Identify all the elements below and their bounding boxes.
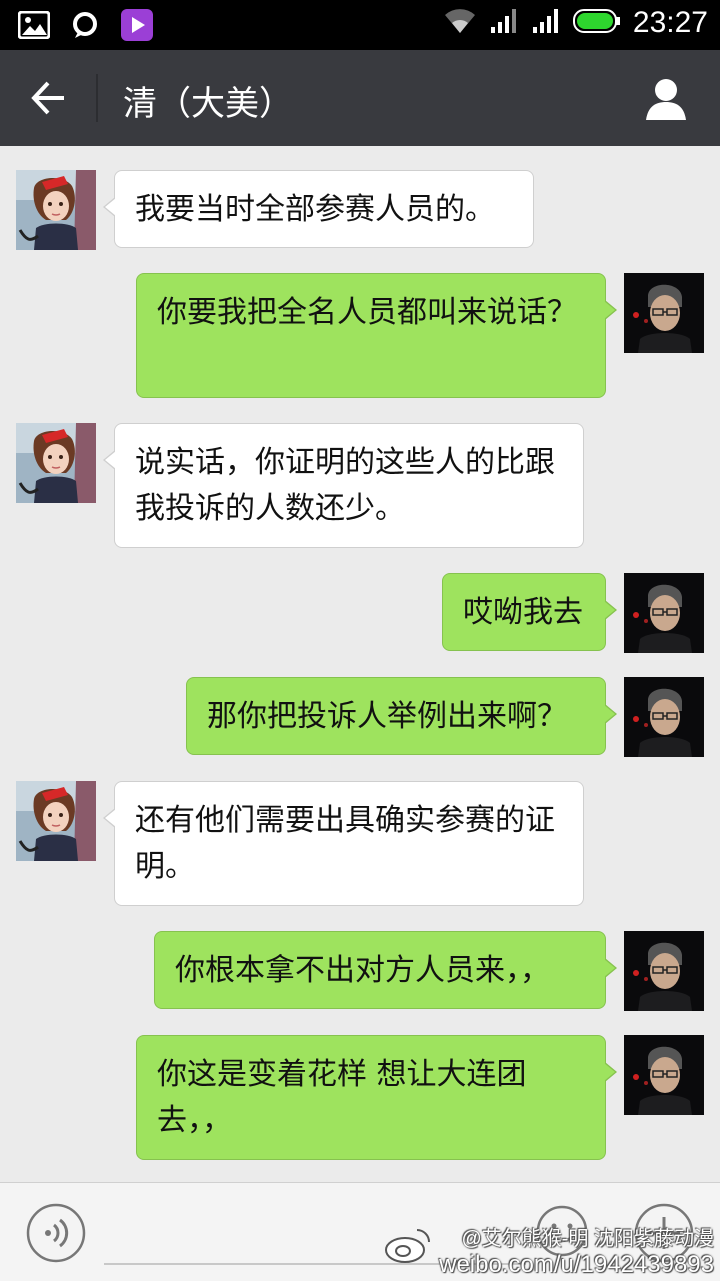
avatar[interactable] xyxy=(16,170,96,250)
arrow-left-icon xyxy=(31,81,64,115)
message-bubble[interactable]: 我要当时全部参赛人员的。 xyxy=(103,170,534,248)
avatar[interactable] xyxy=(624,677,704,757)
avatar[interactable] xyxy=(624,1035,704,1115)
wifi-icon xyxy=(443,7,477,39)
signal-icon xyxy=(489,7,519,39)
profile-button[interactable] xyxy=(644,76,688,122)
gallery-icon xyxy=(17,10,51,43)
watermark-author: @艾尔熊猴-明 沈阳紫藤动漫 xyxy=(461,1228,714,1250)
header-divider xyxy=(96,74,98,122)
weibo-logo-icon xyxy=(383,1224,433,1269)
voice-icon xyxy=(26,1203,86,1263)
watermark-url: weibo.com/u/1942439893 xyxy=(439,1251,714,1278)
chat-bubble-icon xyxy=(70,10,100,44)
message-bubble[interactable]: 说实话，你证明的这些人的比跟我投诉的人数还少。 xyxy=(103,423,584,548)
message-bubble[interactable]: 还有他们需要出具确实参赛的证明。 xyxy=(103,781,584,906)
battery-icon xyxy=(572,8,621,38)
message-bubble[interactable]: 哎呦我去 xyxy=(442,573,617,651)
message-bubble[interactable]: 你要我把全名人员都叫来说话？ xyxy=(136,273,617,398)
status-bar: 23:27 xyxy=(0,0,720,50)
avatar[interactable] xyxy=(624,273,704,353)
signal-icon xyxy=(531,7,561,39)
chat-header: 清（大美） xyxy=(0,50,720,146)
video-player-icon xyxy=(120,8,154,46)
person-icon xyxy=(646,79,686,120)
avatar[interactable] xyxy=(16,781,96,861)
voice-button[interactable] xyxy=(26,1203,86,1263)
chat-title: 清（大美） xyxy=(123,84,293,124)
avatar[interactable] xyxy=(624,931,704,1011)
avatar[interactable] xyxy=(624,573,704,653)
message-bubble[interactable]: 那你把投诉人举例出来啊？ xyxy=(186,677,617,755)
watermark: @艾尔熊猴-明 沈阳紫藤动漫 weibo.com/u/1942439893 xyxy=(385,1222,714,1279)
avatar[interactable] xyxy=(16,423,96,503)
status-clock: 23:27 xyxy=(632,6,708,39)
message-bubble[interactable]: 你这是变着花样 想让大连团去，， xyxy=(136,1035,617,1160)
input-bar: @艾尔熊猴-明 沈阳紫藤动漫 weibo.com/u/1942439893 xyxy=(0,1182,720,1281)
back-button[interactable] xyxy=(26,78,72,118)
message-bubble[interactable]: 你根本拿不出对方人员来，， xyxy=(154,931,617,1009)
